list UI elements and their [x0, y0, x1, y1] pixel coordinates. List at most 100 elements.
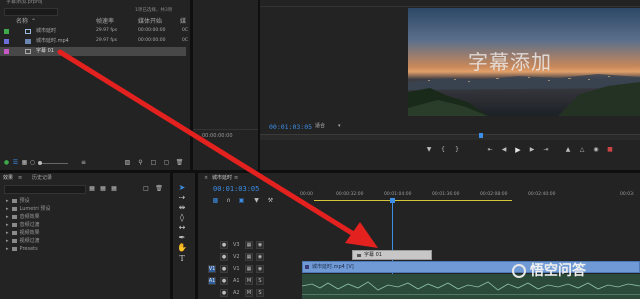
- effects-folder[interactable]: ▸ 视频过渡: [6, 237, 40, 245]
- find-icon[interactable]: ⚲: [137, 159, 144, 166]
- video-clip[interactable]: 城市延时.mp4 [V]: [302, 261, 640, 273]
- eye-icon[interactable]: ◉: [256, 265, 264, 273]
- tab-history[interactable]: 历史记录: [32, 176, 52, 181]
- go-to-out-icon[interactable]: ⇥: [542, 146, 550, 154]
- step-back-icon[interactable]: ◀: [500, 146, 508, 154]
- clip-label: 字幕 01: [364, 252, 382, 258]
- play-icon[interactable]: ▶: [514, 146, 522, 154]
- project-item[interactable]: 城市延时.mp4 29.97 fps 00:00:00:00 0C: [0, 37, 190, 46]
- mute-icon[interactable]: M: [245, 277, 253, 285]
- eye-icon[interactable]: ◉: [256, 241, 264, 249]
- solo-icon[interactable]: S: [256, 289, 264, 297]
- eye-icon[interactable]: ◉: [256, 253, 264, 261]
- go-to-in-icon[interactable]: ⇤: [486, 146, 494, 154]
- effects-folder[interactable]: ▸ 视频效果: [6, 229, 40, 237]
- subtitle-clip[interactable]: 字幕 01: [352, 250, 432, 260]
- folder-label: 预设: [19, 198, 30, 204]
- folder-label: 视频效果: [19, 230, 40, 236]
- audio-clip[interactable]: [302, 274, 640, 299]
- mute-icon[interactable]: M: [245, 289, 253, 297]
- mark-in-icon[interactable]: {: [439, 146, 447, 154]
- folder-icon: [11, 222, 17, 227]
- lock-icon[interactable]: ●: [3, 159, 10, 166]
- yuv-effects-icon[interactable]: ▦: [110, 185, 118, 192]
- tab-effects[interactable]: 效果: [3, 176, 13, 181]
- timeline-timecode[interactable]: 00:01:03:05: [213, 186, 259, 193]
- folder-icon: [11, 246, 17, 251]
- snap-icon[interactable]: ∩: [225, 197, 232, 204]
- effects-folder[interactable]: ▸ Presets: [6, 245, 38, 252]
- timeline-ruler[interactable]: 00:00 00:00:32:00 00:01:04:00 00:01:36:0…: [300, 188, 640, 202]
- project-item-selected[interactable]: 字幕 01: [0, 47, 186, 56]
- sort-menu-icon[interactable]: ≡: [80, 159, 87, 166]
- folder-icon: [11, 230, 17, 235]
- effects-search-input[interactable]: [4, 185, 86, 194]
- mark-out-icon[interactable]: }: [453, 146, 461, 154]
- track-lock-icon[interactable]: ●: [220, 253, 228, 261]
- linked-selection-icon[interactable]: ▣: [238, 197, 245, 204]
- source-timecode-ruler: [193, 129, 258, 130]
- menu-icon[interactable]: ≡: [234, 176, 238, 181]
- 32bit-effects-icon[interactable]: ▦: [99, 185, 107, 192]
- export-frame-icon[interactable]: ◉: [592, 146, 600, 154]
- effects-folder[interactable]: ▸ 预设: [6, 197, 30, 205]
- track-header-v2: ● V2 ▦ ◉: [198, 252, 296, 263]
- lift-icon[interactable]: ▲: [564, 146, 572, 154]
- wrench-icon[interactable]: ⚒: [267, 197, 274, 204]
- solo-icon[interactable]: S: [256, 277, 264, 285]
- marker-icon[interactable]: ▼: [253, 197, 260, 204]
- track-label: A2: [233, 290, 240, 296]
- zoom-slider-handle[interactable]: [38, 161, 42, 165]
- sync-lock-icon[interactable]: ▦: [245, 253, 253, 261]
- zoom-slider[interactable]: [40, 163, 68, 164]
- column-name[interactable]: 名称: [16, 19, 28, 25]
- column-media[interactable]: 媒: [180, 19, 186, 25]
- accelerated-effects-icon[interactable]: ▦: [88, 185, 96, 192]
- item-name: 城市延时.mp4: [36, 38, 69, 44]
- new-item-icon[interactable]: ▢: [163, 159, 170, 166]
- close-icon[interactable]: ×: [204, 176, 208, 181]
- source-patch[interactable]: V1: [208, 265, 216, 273]
- expand-arrow-icon: ▸: [6, 213, 9, 220]
- extract-icon[interactable]: △: [578, 146, 586, 154]
- project-search-input[interactable]: [4, 8, 58, 16]
- sync-lock-icon[interactable]: ▦: [245, 265, 253, 273]
- track-lock-icon[interactable]: ●: [220, 277, 228, 285]
- effects-folder[interactable]: ▸ Lumetri 预设: [6, 205, 50, 213]
- column-media-start[interactable]: 媒体开始: [138, 19, 162, 25]
- source-patch[interactable]: A1: [208, 277, 216, 285]
- automate-icon[interactable]: ▧: [124, 159, 131, 166]
- subtitle-overlay-text[interactable]: 字幕添加: [468, 52, 552, 72]
- track-lock-icon[interactable]: ●: [220, 265, 228, 273]
- folder-label: 音频过渡: [19, 222, 40, 228]
- source-monitor: 00:00:00:00: [193, 0, 258, 170]
- zoom-select[interactable]: 适合: [315, 124, 325, 129]
- work-area-bar[interactable]: [314, 200, 512, 201]
- sync-lock-icon[interactable]: ▦: [245, 241, 253, 249]
- project-item[interactable]: 城市延时 29.97 fps 00:00:00:00 0C: [0, 27, 190, 36]
- menu-icon[interactable]: ≡: [18, 176, 22, 181]
- icon-view-icon[interactable]: ▦: [21, 159, 28, 166]
- trash-icon[interactable]: 🗑: [176, 159, 184, 166]
- program-timecode[interactable]: 00:01:03:05: [269, 124, 312, 131]
- track-lock-icon[interactable]: ●: [220, 241, 228, 249]
- program-scrub-bar[interactable]: [260, 134, 640, 140]
- freeform-view-icon[interactable]: ○: [29, 159, 36, 166]
- effects-folder[interactable]: ▸ 音频过渡: [6, 221, 40, 229]
- list-view-icon[interactable]: ☰: [12, 159, 19, 166]
- effects-folder[interactable]: ▸ 音频效果: [6, 213, 40, 221]
- step-forward-icon[interactable]: ▶: [528, 146, 536, 154]
- timeline-tab[interactable]: 城市延时: [212, 176, 232, 181]
- program-playhead[interactable]: [479, 133, 483, 138]
- new-bin-icon[interactable]: □: [142, 185, 150, 192]
- column-fps[interactable]: 帧速率: [96, 19, 114, 25]
- source-timecode[interactable]: 00:00:00:00: [202, 134, 233, 139]
- type-tool-icon[interactable]: T: [176, 252, 188, 264]
- nest-icon[interactable]: ▩: [212, 197, 219, 204]
- add-marker-icon[interactable]: ▼: [425, 146, 433, 154]
- effects-panel: 效果 ≡ 历史记录 ▦ ▦ ▦ □ 🗑 ▸ 预设 ▸ Lumetri 预设 ▸ 音频效…: [0, 173, 170, 299]
- track-lock-icon[interactable]: ●: [220, 289, 228, 297]
- trash-icon[interactable]: 🗑: [155, 185, 163, 192]
- settings-icon[interactable]: ■: [606, 146, 614, 154]
- new-bin-icon[interactable]: □: [150, 159, 157, 166]
